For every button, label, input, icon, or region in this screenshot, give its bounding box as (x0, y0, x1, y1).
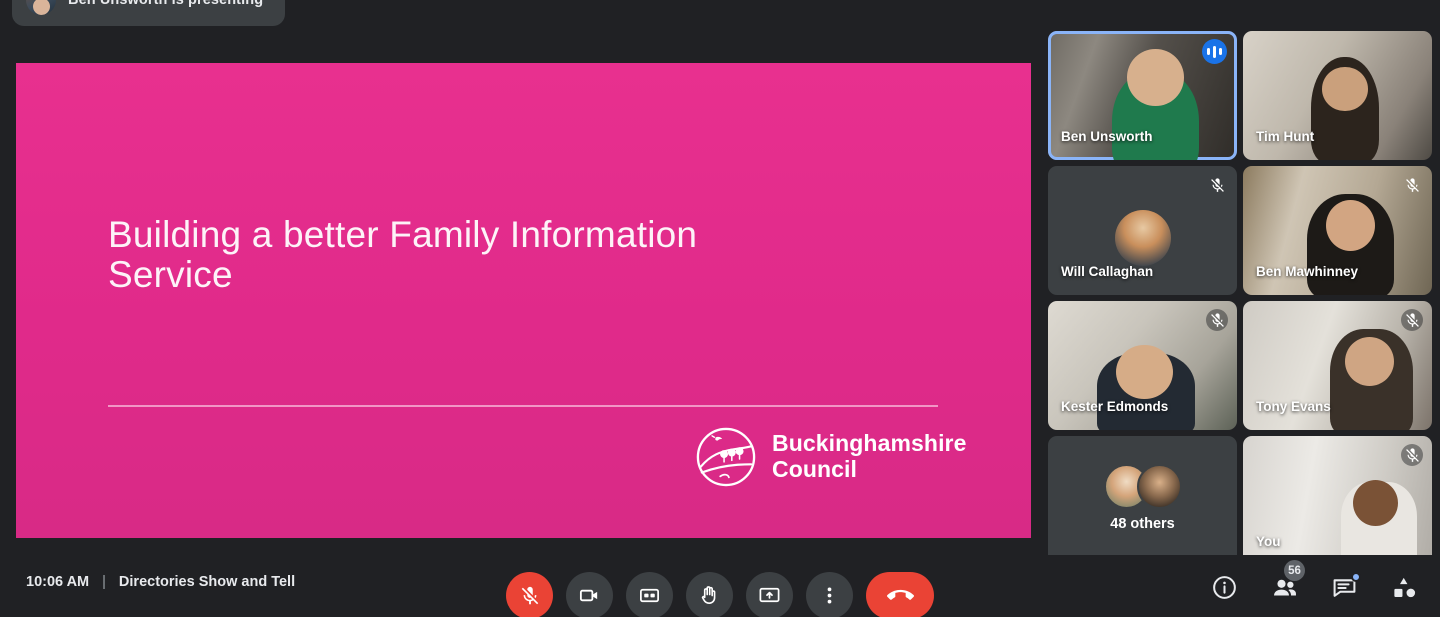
mic-off-icon (1401, 174, 1423, 196)
mic-off-icon (1206, 309, 1228, 331)
participant-rail: Ben Unsworth Tim Hunt Will Callaghan Ben… (1048, 31, 1432, 571)
tile-row: Kester Edmonds Tony Evans (1048, 301, 1432, 430)
participant-tile-ben-unsworth[interactable]: Ben Unsworth (1048, 31, 1237, 160)
meeting-info: 10:06 AM | Directories Show and Tell (26, 574, 295, 590)
participant-name: You (1256, 534, 1281, 549)
bottom-toolbar: 10:06 AM | Directories Show and Tell 56 (0, 555, 1440, 617)
participant-tile-you[interactable]: You (1243, 436, 1432, 565)
shared-slide[interactable]: Building a better Family Information Ser… (16, 63, 1031, 538)
participant-tile-tim-hunt[interactable]: Tim Hunt (1243, 31, 1432, 160)
participant-tile-kester-edmonds[interactable]: Kester Edmonds (1048, 301, 1237, 430)
participant-name: Will Callaghan (1061, 264, 1154, 279)
more-options-button[interactable] (806, 572, 853, 617)
avatar (1136, 464, 1182, 509)
mic-off-icon (1401, 309, 1423, 331)
microphone-off-button[interactable] (506, 572, 553, 617)
info-circle-icon (1213, 576, 1236, 599)
tile-row: Ben Unsworth Tim Hunt (1048, 31, 1432, 160)
participant-name: Ben Mawhinney (1256, 264, 1359, 279)
chat-unread-dot (1351, 572, 1361, 582)
presenter-avatar (26, 0, 56, 15)
speaking-indicator-icon (1202, 39, 1227, 64)
present-now-button[interactable] (746, 572, 793, 617)
activities-icon[interactable] (1391, 574, 1418, 601)
presentation-stage[interactable]: Building a better Family Information Ser… (0, 22, 1036, 552)
meeting-name: Directories Show and Tell (118, 574, 296, 590)
participant-avatar (1114, 210, 1171, 266)
video-camera-icon (579, 589, 598, 602)
raised-hand-icon (701, 586, 716, 604)
mic-off-icon (1401, 444, 1423, 466)
raise-hand-button[interactable] (686, 572, 733, 617)
camera-button[interactable] (566, 572, 613, 617)
closed-captions-icon (640, 588, 659, 603)
leave-call-button[interactable] (866, 572, 934, 617)
participant-tile-others[interactable]: 48 others (1048, 436, 1237, 565)
participant-name: Kester Edmonds (1061, 399, 1169, 414)
presenting-label: Ben Unsworth is presenting (68, 0, 264, 8)
captions-button[interactable] (626, 572, 673, 617)
more-vertical-icon (827, 587, 832, 604)
mic-off-icon (1206, 174, 1228, 196)
slide-title: Building a better Family Information Ser… (108, 214, 698, 295)
tile-row: 48 others You (1048, 436, 1432, 565)
participant-tile-will-callaghan[interactable]: Will Callaghan (1048, 166, 1237, 295)
participant-tile-ben-mawhinney[interactable]: Ben Mawhinney (1243, 166, 1432, 295)
current-time: 10:06 AM (26, 574, 90, 590)
shapes-icon (1394, 577, 1416, 598)
participant-tile-tony-evans[interactable]: Tony Evans (1243, 301, 1432, 430)
participant-name: Tim Hunt (1256, 129, 1315, 144)
slide-divider (108, 405, 938, 407)
meeting-details-icon[interactable] (1211, 574, 1238, 601)
google-meet-window: Ben Unsworth is presenting Building a be… (0, 0, 1440, 617)
call-controls (506, 572, 934, 617)
council-roundel-icon (696, 427, 756, 487)
mic-off-icon (521, 586, 538, 604)
tile-row: Will Callaghan Ben Mawhinney (1048, 166, 1432, 295)
chat-icon[interactable] (1331, 572, 1361, 601)
council-logo-text: Buckinghamshire Council (772, 430, 967, 482)
others-avatar-group (1103, 464, 1182, 509)
participant-name: Ben Unsworth (1061, 129, 1153, 144)
participants-count-badge: 56 (1284, 560, 1305, 581)
separator: | (102, 574, 106, 590)
council-logo: Buckinghamshire Council (695, 426, 967, 488)
participant-name: Tony Evans (1256, 399, 1331, 414)
right-toolbar-icons: 56 (1211, 560, 1418, 601)
others-count-label: 48 others (1110, 516, 1175, 532)
present-screen-icon (759, 587, 780, 603)
hang-up-icon (886, 589, 914, 600)
people-icon[interactable]: 56 (1271, 560, 1305, 601)
